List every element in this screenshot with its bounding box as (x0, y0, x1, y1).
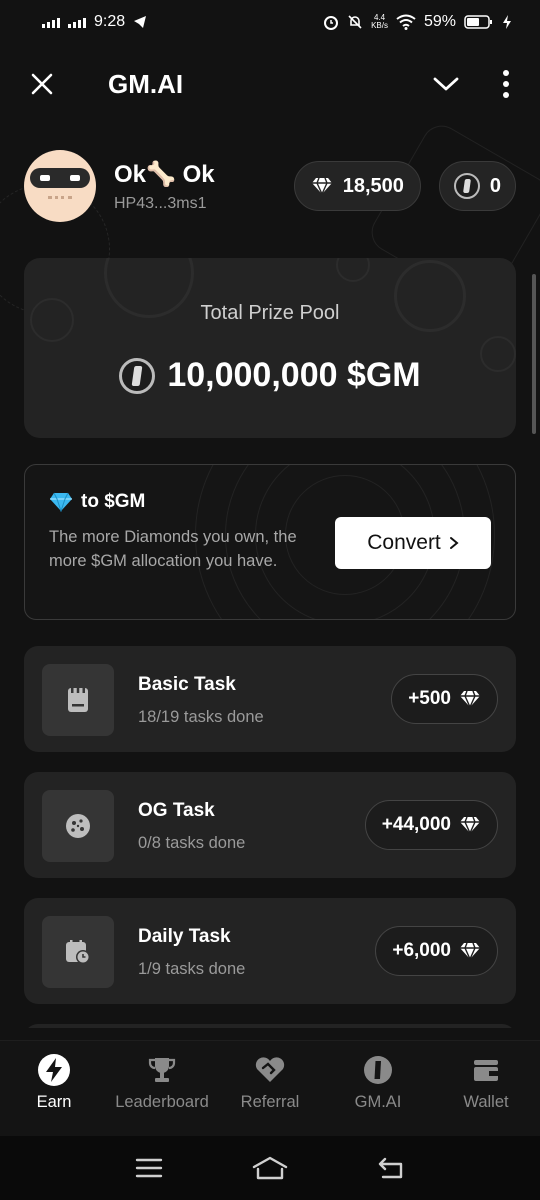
nav-label: Earn (36, 1093, 72, 1111)
task-card-daily[interactable]: Daily Task 1/9 tasks done +6,000 (24, 898, 516, 1004)
cookie-icon (66, 814, 90, 838)
convert-title: to $GM (49, 491, 145, 513)
wifi-icon (396, 14, 416, 30)
profile-name: Ok🦴 Ok (114, 160, 215, 188)
diamond-icon (50, 492, 72, 512)
profile-row: Ok🦴 Ok HP43...3ms1 18,500 0 (24, 150, 516, 222)
nav-gmai[interactable]: GM.AI (324, 1041, 432, 1136)
collapse-button[interactable] (426, 64, 466, 104)
diamond-count: 18,500 (342, 174, 404, 197)
task-icon-box (42, 790, 114, 862)
diamond-icon (460, 816, 480, 834)
task-reward: +500 (391, 674, 498, 724)
task-title: OG Task (138, 800, 215, 821)
nav-wallet[interactable]: Wallet (432, 1041, 540, 1136)
gm-coin-icon (453, 173, 480, 199)
bolt-icon (38, 1054, 70, 1086)
task-card-next[interactable] (24, 1024, 516, 1028)
prize-pool-amount-row: 10,000,000 $GM (24, 356, 516, 395)
gm-balance[interactable]: 0 (438, 161, 516, 211)
mute-bell-icon (348, 15, 362, 29)
handshake-icon (255, 1057, 285, 1082)
task-icon-box (42, 916, 114, 988)
more-dot-icon (503, 92, 509, 98)
nav-label: Wallet (463, 1093, 509, 1111)
nav-leaderboard[interactable]: Leaderboard (108, 1041, 216, 1136)
alarm-icon (324, 16, 339, 30)
convert-description: The more Diamonds you own, the more $GM … (49, 528, 297, 570)
diamond-icon (460, 942, 480, 960)
net-speed: 4.4 KB/s (371, 13, 388, 30)
gm-count: 0 (489, 174, 501, 197)
task-progress: 1/9 tasks done (138, 960, 246, 978)
diamond-icon (311, 177, 332, 195)
app-header: GM.AI (0, 44, 540, 124)
main-content[interactable]: Ok🦴 Ok HP43...3ms1 18,500 0 Total Prize … (0, 124, 540, 1028)
prize-pool-card: Total Prize Pool 10,000,000 $GM (24, 258, 516, 438)
status-time: 9:28 (94, 13, 126, 30)
gm-coin-icon (364, 1056, 392, 1084)
wallet-icon (474, 1060, 498, 1081)
chevron-down-icon (433, 77, 459, 91)
nav-label: GM.AI (354, 1093, 402, 1111)
calendar-clock-icon (66, 940, 90, 964)
task-reward: +6,000 (375, 926, 498, 976)
task-title: Daily Task (138, 926, 231, 947)
signal-icon (42, 16, 60, 28)
back-icon[interactable] (377, 1156, 405, 1180)
battery-icon (464, 15, 492, 29)
nav-referral[interactable]: Referral (216, 1041, 324, 1136)
signal-icon-2 (68, 16, 86, 28)
decor-coin (336, 258, 370, 282)
nav-label: Referral (240, 1093, 300, 1111)
convert-card: to $GM The more Diamonds you own, the mo… (24, 464, 516, 620)
home-icon[interactable] (252, 1155, 288, 1181)
receipt-icon (68, 688, 88, 712)
app-title: GM.AI (108, 68, 184, 99)
task-icon-box (42, 664, 114, 736)
chevron-right-icon (449, 537, 459, 549)
telegram-icon (134, 16, 147, 28)
prize-pool-amount: 10,000,000 $GM (167, 356, 421, 394)
diamond-icon (460, 690, 480, 708)
more-dot-icon (503, 81, 509, 87)
status-bar: 9:28 4.4 KB/s 59% (0, 0, 540, 44)
nav-label: Leaderboard (115, 1093, 209, 1111)
more-dot-icon (503, 70, 509, 76)
task-card-og[interactable]: OG Task 0/8 tasks done +44,000 (24, 772, 516, 878)
avatar[interactable] (24, 150, 96, 222)
scrollbar[interactable] (532, 274, 536, 434)
gm-coin-icon (119, 357, 156, 394)
task-progress: 0/8 tasks done (138, 834, 246, 852)
convert-button[interactable]: Convert (335, 517, 491, 569)
prize-pool-label: Total Prize Pool (200, 302, 340, 324)
diamond-balance[interactable]: 18,500 (293, 161, 421, 211)
task-card-basic[interactable]: Basic Task 18/19 tasks done +500 (24, 646, 516, 752)
system-nav-bar (0, 1136, 540, 1200)
bottom-nav: Earn Leaderboard Referral GM.AI Wallet (0, 1040, 540, 1136)
task-title: Basic Task (138, 674, 236, 695)
wallet-address: HP43...3ms1 (114, 194, 207, 212)
profile-info: Ok🦴 Ok HP43...3ms1 (114, 160, 294, 213)
nav-earn[interactable]: Earn (0, 1041, 108, 1136)
close-button[interactable] (24, 66, 60, 102)
more-menu-button[interactable] (496, 64, 516, 104)
task-reward: +44,000 (364, 800, 498, 850)
charging-icon (503, 15, 511, 29)
task-progress: 18/19 tasks done (138, 708, 264, 726)
close-icon (31, 73, 53, 95)
recent-apps-icon[interactable] (135, 1157, 163, 1179)
battery-percent: 59% (423, 13, 456, 30)
avatar-visor (30, 168, 90, 188)
convert-button-label: Convert (367, 531, 441, 554)
trophy-icon (148, 1058, 176, 1082)
